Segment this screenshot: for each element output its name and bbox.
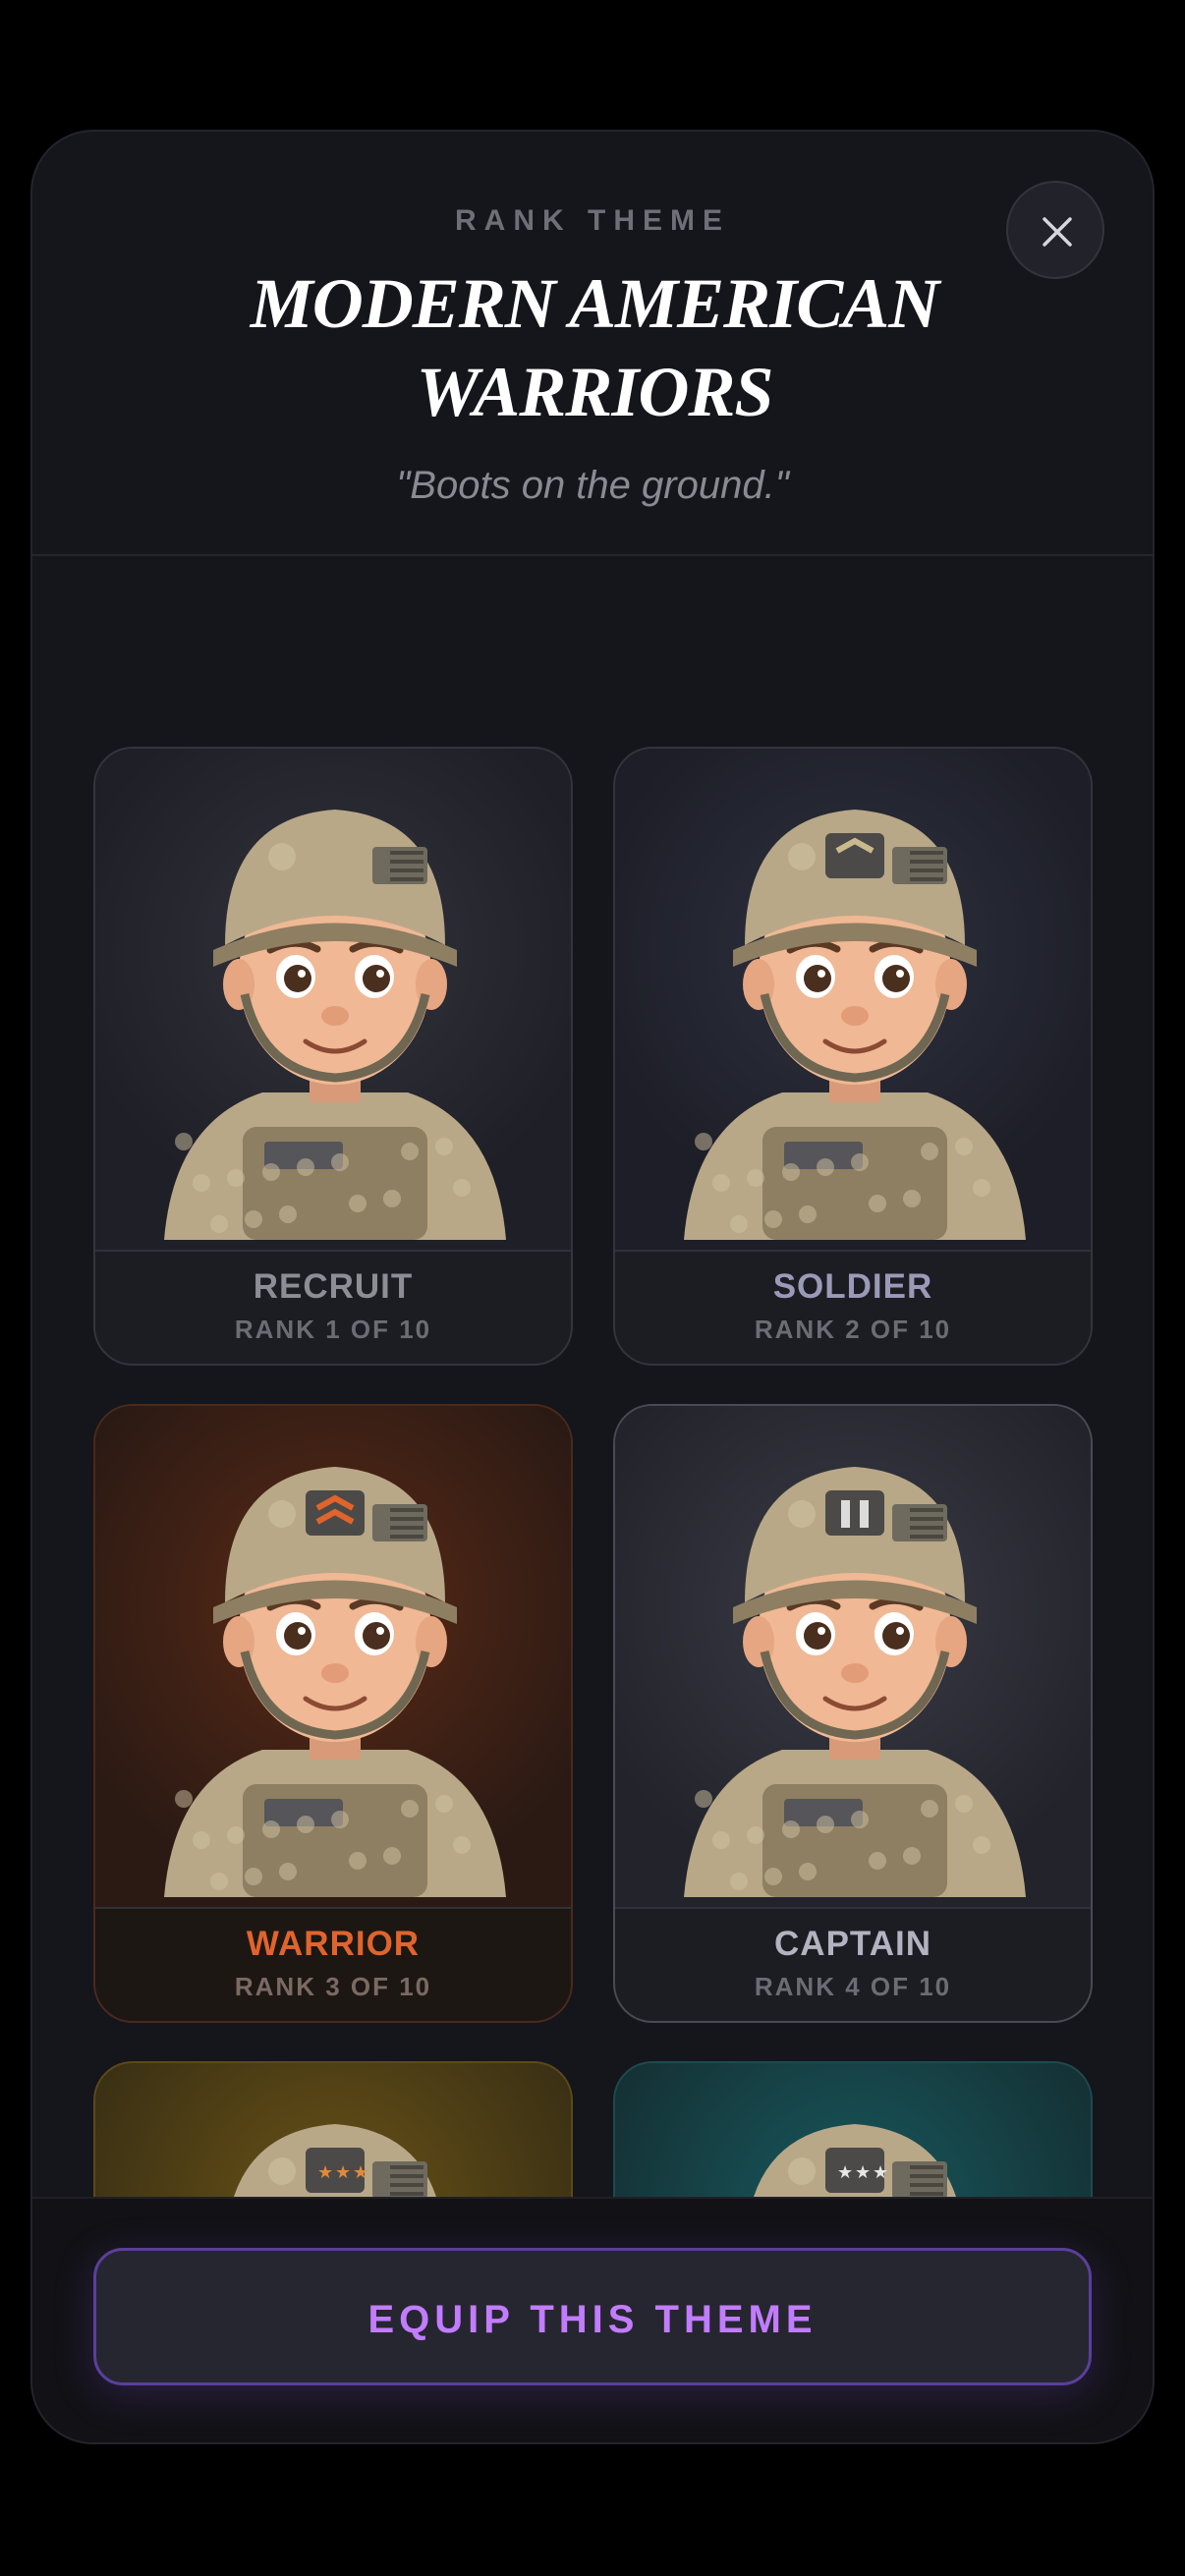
close-icon — [1043, 217, 1072, 247]
svg-text:★: ★ — [317, 2162, 333, 2183]
soldier-avatar — [615, 1406, 1091, 1909]
eyebrow-label: RANK THEME — [455, 204, 730, 237]
modal-header: RANK THEME MODERN AMERICAN WARRIORS "Boo… — [32, 132, 1153, 556]
rank-number: RANK 3 OF 10 — [234, 1972, 432, 2001]
rank-grid: RECRUIT RANK 1 OF 10 SOLDIER RANK 2 OF 1… — [32, 556, 1153, 2328]
rank-name: WARRIOR — [246, 1925, 421, 1963]
modal-footer: EQUIP THIS THEME — [32, 2197, 1153, 2442]
theme-tagline: "Boots on the ground." — [396, 464, 789, 507]
rank-card-warrior[interactable]: WARRIOR RANK 3 OF 10 — [93, 1404, 573, 2023]
soldier-avatar — [95, 749, 571, 1252]
soldier-avatar — [95, 1406, 571, 1909]
svg-text:★: ★ — [353, 2162, 368, 2183]
rank-name: CAPTAIN — [774, 1925, 931, 1963]
soldier-avatar — [615, 749, 1091, 1252]
rank-name: RECRUIT — [253, 1267, 414, 1306]
theme-title: MODERN AMERICAN WARRIORS — [250, 264, 940, 431]
svg-text:★: ★ — [855, 2162, 871, 2183]
rank-number: RANK 4 OF 10 — [754, 1972, 952, 2001]
svg-text:★: ★ — [837, 2162, 853, 2183]
rank-number: RANK 1 OF 10 — [234, 1315, 432, 1344]
rank-number: RANK 2 OF 10 — [754, 1315, 952, 1344]
rank-card-recruit[interactable]: RECRUIT RANK 1 OF 10 — [93, 747, 573, 1366]
rank-card-soldier[interactable]: SOLDIER RANK 2 OF 10 — [613, 747, 1093, 1366]
equip-theme-label: EQUIP THIS THEME — [367, 2298, 818, 2341]
rank-card-captain[interactable]: CAPTAIN RANK 4 OF 10 — [613, 1404, 1093, 2023]
rank-theme-modal: RANK THEME MODERN AMERICAN WARRIORS "Boo… — [30, 130, 1155, 2444]
rank-name: SOLDIER — [772, 1267, 933, 1306]
svg-text:★: ★ — [873, 2162, 888, 2183]
svg-text:★: ★ — [335, 2162, 351, 2183]
equip-theme-button[interactable]: EQUIP THIS THEME — [93, 2248, 1092, 2385]
close-button[interactable] — [1006, 181, 1104, 279]
